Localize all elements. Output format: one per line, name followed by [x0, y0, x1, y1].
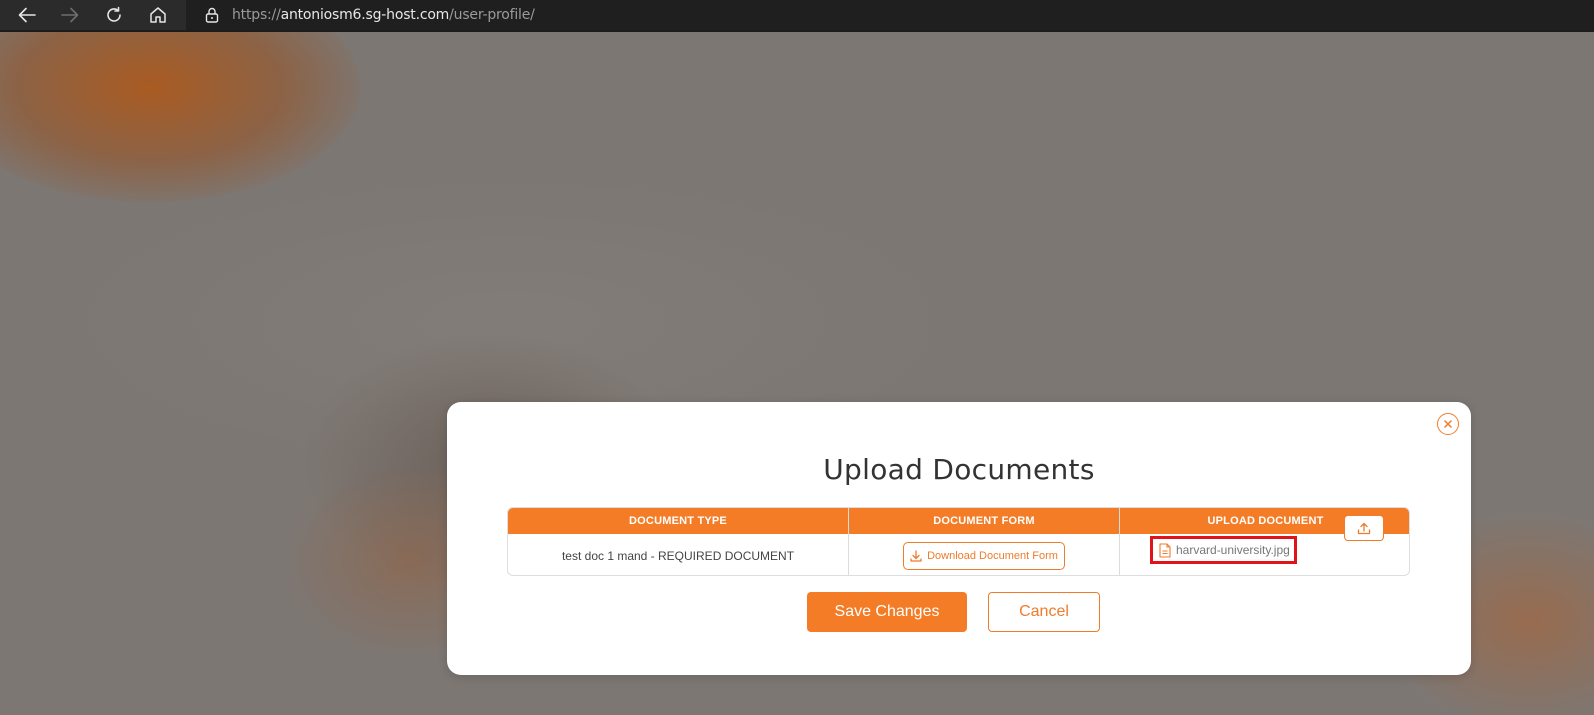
address-bar[interactable]: https://antoniosm6.sg-host.com/user-prof…: [186, 0, 1594, 30]
download-label: Download Document Form: [927, 549, 1058, 562]
arrow-left-icon: [18, 7, 36, 23]
table-header: DOCUMENT TYPE DOCUMENT FORM UPLOAD DOCUM…: [508, 508, 1409, 534]
document-form-cell: Download Document Form: [849, 534, 1119, 575]
header-document-form: DOCUMENT FORM: [933, 515, 1035, 527]
header-document-type: DOCUMENT TYPE: [629, 515, 727, 527]
url-path: /user-profile/: [449, 7, 535, 23]
arrow-right-icon: [61, 7, 79, 23]
lock-icon: [205, 7, 219, 28]
reload-button[interactable]: [101, 3, 127, 27]
url-scheme: https://: [232, 7, 281, 23]
close-icon: [1444, 420, 1452, 428]
uploaded-file[interactable]: harvard-university.jpg: [1150, 536, 1297, 564]
forward-button[interactable]: [57, 3, 83, 27]
url-host: antoniosm6.sg-host.com: [280, 7, 450, 23]
cancel-button[interactable]: Cancel: [988, 592, 1100, 632]
reload-icon: [107, 6, 121, 22]
download-document-form-button[interactable]: Download Document Form: [903, 541, 1065, 570]
home-icon: [150, 7, 166, 23]
url-text[interactable]: https://antoniosm6.sg-host.com/user-prof…: [232, 6, 535, 24]
download-icon: [910, 549, 922, 562]
upload-documents-modal: Upload Documents DOCUMENT TYPE DOCUMENT …: [447, 402, 1471, 675]
upload-button[interactable]: [1344, 515, 1384, 541]
backdrop-blur: [0, 32, 360, 202]
upload-icon: [1357, 522, 1371, 534]
file-icon: [1159, 542, 1171, 558]
document-type-cell: test doc 1 mand - REQUIRED DOCUMENT: [561, 548, 795, 563]
back-button[interactable]: [14, 3, 40, 27]
uploaded-file-name: harvard-university.jpg: [1176, 543, 1290, 557]
save-changes-button[interactable]: Save Changes: [807, 592, 967, 632]
browser-toolbar: https://antoniosm6.sg-host.com/user-prof…: [0, 0, 1594, 32]
modal-title: Upload Documents: [823, 453, 1095, 486]
close-button[interactable]: [1437, 413, 1459, 435]
home-button[interactable]: [145, 3, 171, 27]
table-row: test doc 1 mand - REQUIRED DOCUMENT: [508, 534, 848, 575]
